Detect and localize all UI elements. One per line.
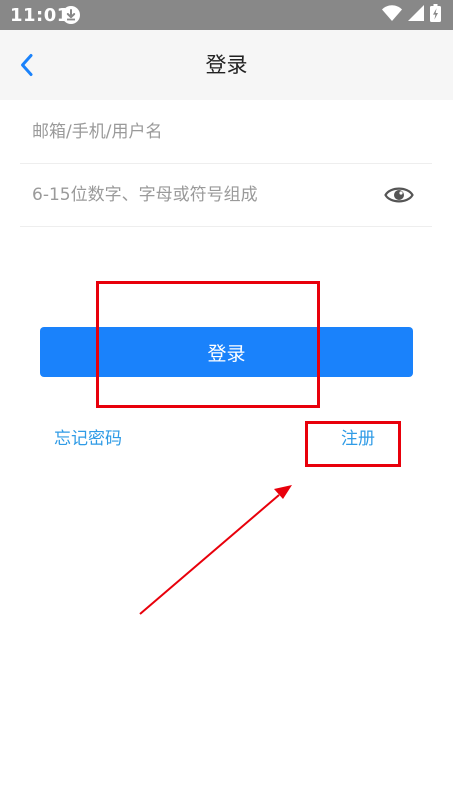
page-title: 登录	[205, 53, 248, 77]
account-input[interactable]	[32, 101, 422, 163]
status-bar: 11:01	[0, 0, 453, 30]
download-icon	[62, 6, 80, 24]
chevron-left-icon[interactable]	[12, 50, 42, 80]
status-time: 11:01	[10, 5, 70, 26]
header: 登录	[0, 30, 453, 100]
battery-charging-icon	[430, 4, 441, 26]
signal-icon	[408, 5, 424, 25]
status-indicators	[382, 4, 441, 26]
eye-icon[interactable]	[384, 182, 414, 208]
password-visibility-toggle[interactable]	[384, 182, 414, 208]
back-button[interactable]	[12, 50, 42, 80]
wifi-icon	[382, 5, 402, 25]
account-field-row	[20, 101, 432, 164]
password-field-row	[20, 164, 432, 227]
password-input[interactable]	[32, 164, 372, 226]
forgot-password-link[interactable]: 忘记密码	[54, 424, 122, 449]
register-link[interactable]: 注册	[341, 424, 375, 449]
login-button[interactable]: 登录	[40, 327, 413, 377]
